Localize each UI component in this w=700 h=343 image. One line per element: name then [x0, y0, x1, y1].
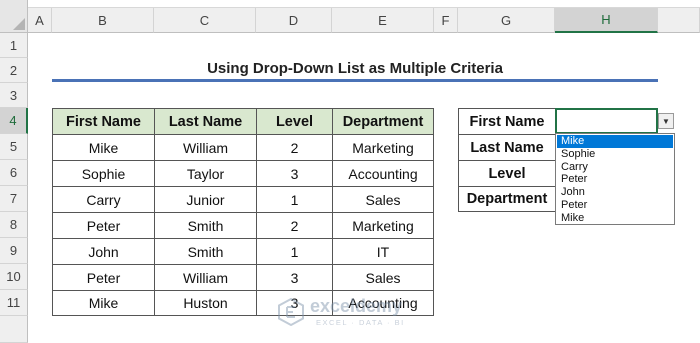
table-cell[interactable]: Smith: [154, 212, 257, 239]
table-cell[interactable]: William: [154, 134, 257, 161]
table-cell[interactable]: Peter: [52, 264, 155, 291]
column-header-h[interactable]: H: [555, 8, 658, 33]
dropdown-option[interactable]: Sophie: [557, 148, 673, 161]
column-header-b[interactable]: B: [52, 8, 154, 33]
column-header-d[interactable]: D: [256, 8, 332, 33]
table-cell[interactable]: Mike: [52, 134, 155, 161]
watermark-tagline: EXCEL · DATA · BI: [316, 318, 405, 327]
dropdown-option[interactable]: Peter: [557, 173, 673, 186]
column-header-g[interactable]: G: [458, 8, 555, 33]
table-cell[interactable]: Junior: [154, 186, 257, 213]
select-all-corner[interactable]: [0, 0, 28, 33]
sheet-top-strip: [28, 0, 700, 8]
row-header-9[interactable]: 9: [0, 238, 28, 264]
table-cell[interactable]: Sales: [332, 264, 434, 291]
column-header-f[interactable]: F: [434, 8, 458, 33]
dropdown-option[interactable]: Mike: [557, 135, 673, 148]
row-header-6[interactable]: 6: [0, 160, 28, 186]
table-cell[interactable]: Mike: [52, 290, 155, 316]
row-header-7[interactable]: 7: [0, 186, 28, 212]
table-cell[interactable]: Marketing: [332, 212, 434, 239]
row-header-3[interactable]: 3: [0, 83, 28, 108]
table-header-first-name[interactable]: First Name: [52, 108, 155, 135]
row-header-12: [0, 316, 28, 343]
row-header-4[interactable]: 4: [0, 108, 28, 134]
dropdown-option[interactable]: Mike: [557, 212, 673, 225]
table-cell[interactable]: William: [154, 264, 257, 291]
criteria-label-first-name[interactable]: First Name: [458, 108, 556, 135]
table-cell[interactable]: Sophie: [52, 160, 155, 187]
table-cell[interactable]: 3: [256, 160, 333, 187]
table-cell[interactable]: 1: [256, 186, 333, 213]
table-cell[interactable]: 1: [256, 238, 333, 265]
row-header-10[interactable]: 10: [0, 264, 28, 290]
dropdown-arrow-button[interactable]: ▼: [658, 113, 674, 129]
table-cell[interactable]: 2: [256, 212, 333, 239]
dropdown-option[interactable]: John: [557, 186, 673, 199]
table-cell[interactable]: 3: [256, 264, 333, 291]
criteria-label-level[interactable]: Level: [458, 160, 556, 187]
table-cell[interactable]: Sales: [332, 186, 434, 213]
chevron-down-icon: ▼: [662, 116, 670, 126]
table-cell[interactable]: Peter: [52, 212, 155, 239]
column-header-c[interactable]: C: [154, 8, 256, 33]
watermark-name: exceldemy: [310, 296, 403, 316]
criteria-label-department[interactable]: Department: [458, 186, 556, 212]
row-header-1[interactable]: 1: [0, 33, 28, 58]
sheet-title[interactable]: Using Drop-Down List as Multiple Criteri…: [52, 57, 658, 82]
table-cell[interactable]: 2: [256, 134, 333, 161]
column-header-a[interactable]: A: [28, 8, 52, 33]
exceldemy-logo-icon: [278, 298, 304, 326]
dropdown-option[interactable]: Peter: [557, 199, 673, 212]
column-header-empty: [658, 8, 700, 33]
first-name-criteria-cell[interactable]: [555, 108, 658, 134]
table-cell[interactable]: Taylor: [154, 160, 257, 187]
row-header-2[interactable]: 2: [0, 58, 28, 83]
dropdown-option[interactable]: Carry: [557, 161, 673, 174]
column-header-e[interactable]: E: [332, 8, 434, 33]
table-header-level[interactable]: Level: [256, 108, 333, 135]
table-cell[interactable]: Marketing: [332, 134, 434, 161]
row-header-11[interactable]: 11: [0, 290, 28, 316]
table-cell[interactable]: Accounting: [332, 160, 434, 187]
criteria-label-last-name[interactable]: Last Name: [458, 134, 556, 161]
watermark: exceldemy EXCEL · DATA · BI: [278, 296, 438, 332]
table-cell[interactable]: Smith: [154, 238, 257, 265]
table-cell[interactable]: IT: [332, 238, 434, 265]
table-header-last-name[interactable]: Last Name: [154, 108, 257, 135]
dropdown-list[interactable]: Mike Sophie Carry Peter John Peter Mike: [555, 133, 675, 225]
table-cell[interactable]: Huston: [154, 290, 257, 316]
table-header-department[interactable]: Department: [332, 108, 434, 135]
table-cell[interactable]: John: [52, 238, 155, 265]
table-cell[interactable]: Carry: [52, 186, 155, 213]
row-header-8[interactable]: 8: [0, 212, 28, 238]
row-header-5[interactable]: 5: [0, 134, 28, 160]
